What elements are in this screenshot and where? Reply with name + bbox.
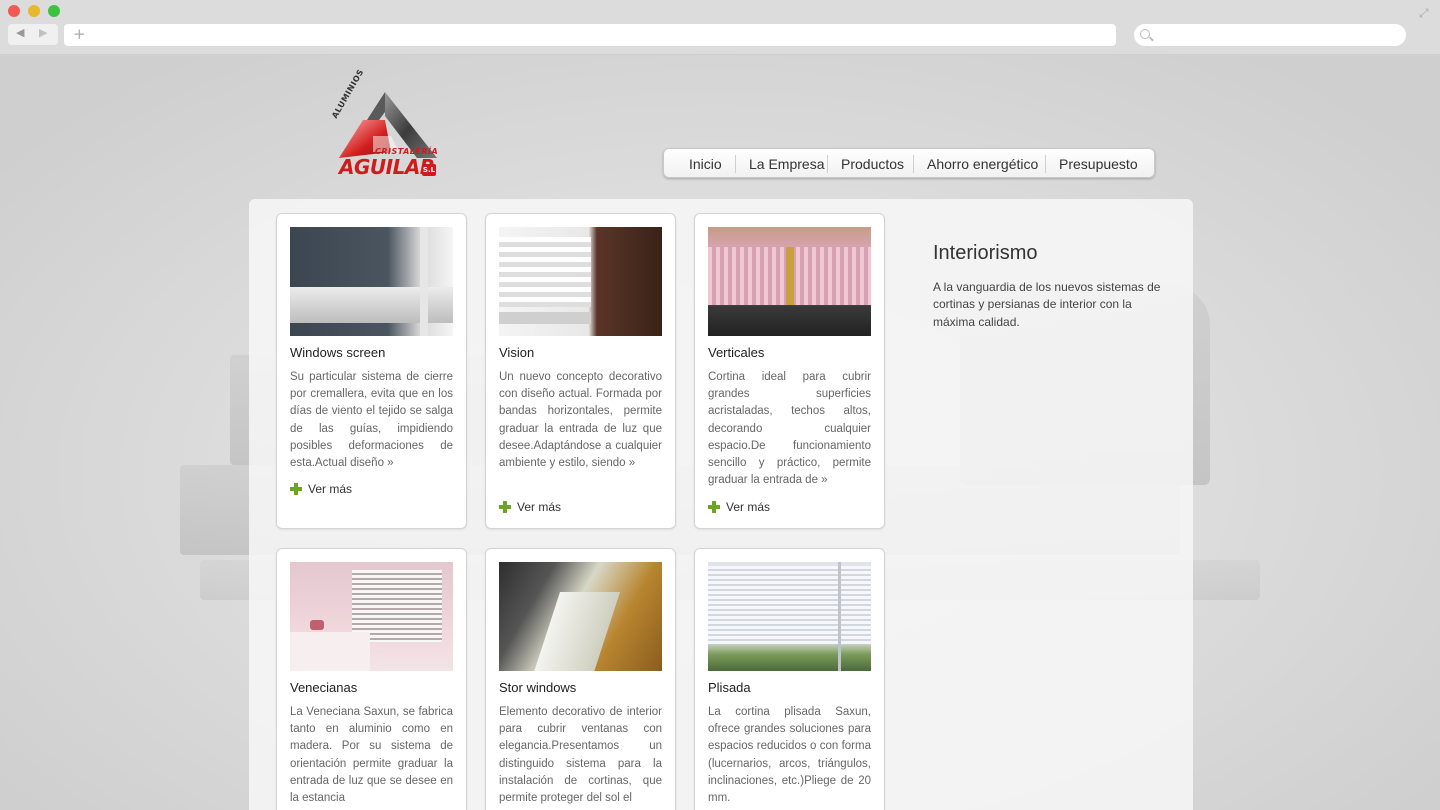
product-image-plisada[interactable] <box>708 562 871 671</box>
nav-item-presupuesto[interactable]: Presupuesto <box>1059 155 1138 173</box>
product-title[interactable]: Verticales <box>708 345 764 361</box>
product-description: Elemento decorativo de interior para cub… <box>499 706 662 805</box>
nav-item-la-empresa[interactable]: La Empresa <box>749 155 824 173</box>
nav-divider <box>827 155 828 173</box>
nav-divider <box>913 155 914 173</box>
ver-mas-label: Ver más <box>308 482 353 496</box>
browser-search-field[interactable] <box>1134 24 1406 46</box>
product-description: La Veneciana Saxun, se fabrica tanto en … <box>290 706 453 805</box>
section-intro: Interiorismo A la vanguardia de los nuev… <box>933 240 1163 331</box>
product-title[interactable]: Stor windows <box>499 680 576 696</box>
section-description: A la vanguardia de los nuevos sistemas d… <box>933 280 1161 329</box>
nav-item-inicio[interactable]: Inicio <box>689 155 722 173</box>
product-image-vision[interactable] <box>499 227 662 336</box>
history-buttons: ◀ ▶ <box>8 24 58 45</box>
back-arrow-icon[interactable]: ◀ <box>16 26 24 39</box>
product-card-stor-windows: Stor windows Elemento decorativo de inte… <box>485 548 676 810</box>
logo-badge: S.L <box>422 164 436 176</box>
ver-mas-link[interactable]: Ver más <box>290 482 352 496</box>
product-image-verticales[interactable] <box>708 227 871 336</box>
aguilar-logo[interactable]: ALUMINIOS CRISTALERÍA AGUILAR S.L <box>330 68 441 182</box>
product-title[interactable]: Vision <box>499 345 534 361</box>
ver-mas-link[interactable]: Ver más <box>499 500 561 514</box>
nav-divider <box>735 155 736 173</box>
forward-arrow-icon[interactable]: ▶ <box>39 26 47 39</box>
browser-chrome: ◀ ▶ + ⤢ <box>0 0 1440 55</box>
product-title[interactable]: Venecianas <box>290 680 357 696</box>
new-tab-plus-icon[interactable]: + <box>73 25 86 43</box>
nav-item-ahorro-energetico[interactable]: Ahorro energético <box>927 155 1038 173</box>
product-card-vision: Vision Un nuevo concepto decorativo con … <box>485 213 676 529</box>
product-card-windows-screen: Windows screen Su particular sistema de … <box>276 213 467 529</box>
ver-mas-link[interactable]: Ver más <box>708 500 770 514</box>
product-image-stor-windows[interactable] <box>499 562 662 671</box>
plus-icon <box>499 501 511 513</box>
product-title[interactable]: Plisada <box>708 680 751 696</box>
product-description: Cortina ideal para cubrir grandes superf… <box>708 371 871 487</box>
nav-divider <box>1045 155 1046 173</box>
main-nav: Inicio La Empresa Productos Ahorro energ… <box>663 148 1155 178</box>
logo-wordmark: AGUILAR <box>339 155 435 179</box>
product-image-venecianas[interactable] <box>290 562 453 671</box>
product-title[interactable]: Windows screen <box>290 345 385 361</box>
search-icon <box>1140 29 1150 39</box>
section-title: Interiorismo <box>933 242 1038 264</box>
product-description: Un nuevo concepto decorativo con diseño … <box>499 371 662 470</box>
fullscreen-icon[interactable]: ⤢ <box>1419 6 1429 21</box>
web-page: ALUMINIOS CRISTALERÍA AGUILAR S.L Inicio… <box>0 55 1440 810</box>
product-image-windows-screen[interactable] <box>290 227 453 336</box>
product-card-verticales: Verticales Cortina ideal para cubrir gra… <box>694 213 885 529</box>
plus-icon <box>708 501 720 513</box>
plus-icon <box>290 483 302 495</box>
maximize-window-dot[interactable] <box>48 5 60 17</box>
address-bar[interactable]: + <box>64 24 1116 46</box>
product-card-venecianas: Venecianas La Veneciana Saxun, se fabric… <box>276 548 467 810</box>
nav-item-productos[interactable]: Productos <box>841 155 904 173</box>
product-description: La cortina plisada Saxun, ofrece grandes… <box>708 706 871 805</box>
product-card-plisada: Plisada La cortina plisada Saxun, ofrece… <box>694 548 885 810</box>
minimize-window-dot[interactable] <box>28 5 40 17</box>
ver-mas-label: Ver más <box>517 500 562 514</box>
ver-mas-label: Ver más <box>726 500 771 514</box>
close-window-dot[interactable] <box>8 5 20 17</box>
product-description: Su particular sistema de cierre por crem… <box>290 371 453 470</box>
